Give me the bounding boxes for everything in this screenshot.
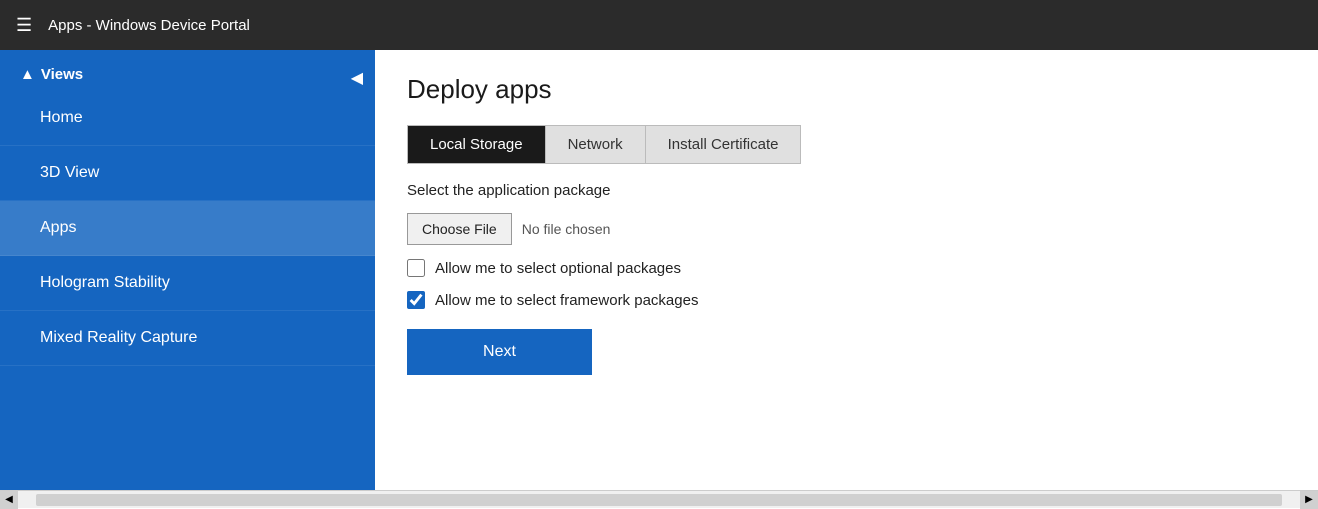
framework-packages-checkbox[interactable] <box>407 291 425 309</box>
sidebar-section-header: ▲ Views <box>0 50 375 91</box>
sidebar-collapse-button[interactable]: ◀ <box>339 60 375 96</box>
sidebar-item-apps[interactable]: Apps <box>0 201 375 256</box>
file-input-row: Choose File No file chosen <box>407 213 1286 245</box>
hamburger-icon[interactable]: ☰ <box>16 15 32 36</box>
next-button[interactable]: Next <box>407 329 592 375</box>
bottom-scrollbar: ◀ ▶ <box>0 490 1318 508</box>
framework-packages-label: Allow me to select framework packages <box>435 292 698 309</box>
optional-packages-checkbox[interactable] <box>407 259 425 277</box>
topbar-title: Apps - Windows Device Portal <box>48 17 250 34</box>
sidebar-item-3d-view[interactable]: 3D View <box>0 146 375 201</box>
optional-packages-row: Allow me to select optional packages <box>407 259 1286 277</box>
tab-install-certificate[interactable]: Install Certificate <box>646 126 801 163</box>
no-file-text: No file chosen <box>522 221 611 237</box>
deploy-form: Select the application package Choose Fi… <box>407 182 1286 375</box>
main-area: ◀ ▲ Views Home 3D View Apps Hologram Sta… <box>0 50 1318 490</box>
tab-network[interactable]: Network <box>546 126 646 163</box>
tab-local-storage[interactable]: Local Storage <box>408 126 546 163</box>
sidebar-item-home[interactable]: Home <box>0 91 375 146</box>
sidebar-item-mixed-reality-capture[interactable]: Mixed Reality Capture <box>0 311 375 366</box>
scrollbar-left-arrow[interactable]: ◀ <box>0 491 18 509</box>
sidebar-item-hologram-stability[interactable]: Hologram Stability <box>0 256 375 311</box>
content-area: Deploy apps Local Storage Network Instal… <box>375 50 1318 490</box>
sidebar-section-arrow: ▲ <box>20 66 35 83</box>
scrollbar-track[interactable] <box>36 494 1282 506</box>
scrollbar-right-arrow[interactable]: ▶ <box>1300 491 1318 509</box>
sidebar: ◀ ▲ Views Home 3D View Apps Hologram Sta… <box>0 50 375 490</box>
choose-file-button[interactable]: Choose File <box>407 213 512 245</box>
page-title: Deploy apps <box>407 74 1286 105</box>
select-package-label: Select the application package <box>407 182 1286 199</box>
sidebar-section-label: Views <box>41 66 83 83</box>
framework-packages-row: Allow me to select framework packages <box>407 291 1286 309</box>
topbar: ☰ Apps - Windows Device Portal <box>0 0 1318 50</box>
optional-packages-label: Allow me to select optional packages <box>435 260 681 277</box>
tabs-container: Local Storage Network Install Certificat… <box>407 125 801 164</box>
